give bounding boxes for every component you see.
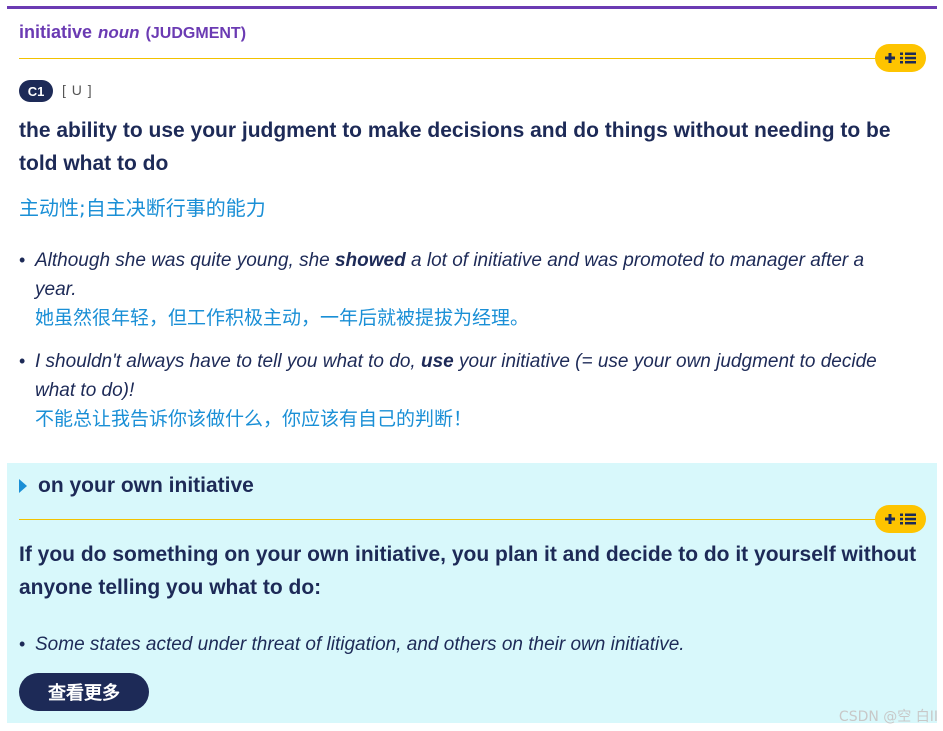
top-divider — [7, 6, 937, 9]
part-of-speech: noun — [98, 23, 140, 42]
idiom-example: • Some states acted under threat of liti… — [19, 630, 899, 659]
definition-translation: 主动性;自主决断行事的能力 — [19, 196, 266, 220]
idiom-example-en: Some states acted under threat of litiga… — [35, 634, 685, 655]
idiom-heading[interactable]: on your own initiative — [19, 474, 254, 498]
add-to-word-list-button[interactable] — [875, 505, 926, 533]
headword: initiative — [19, 22, 93, 42]
idiom-definition: If you do something on your own initiati… — [19, 543, 917, 599]
example-zh: 不能总让我告诉你该做什么，你应该有自己的判断！ — [35, 408, 473, 430]
example-zh: 她虽然很年轻，但工作积极主动，一年后就被提拔为经理。 — [35, 307, 530, 329]
example-en: I shouldn't always have to tell you what… — [35, 351, 877, 401]
example-en: Although she was quite young, she showed… — [35, 250, 865, 300]
grammar-code: [ U ] — [62, 82, 93, 98]
definition: the ability to use your judgment to make… — [19, 119, 891, 175]
example-sentence: • I shouldn't always have to tell you wh… — [19, 347, 899, 434]
plus-list-icon — [884, 52, 916, 64]
add-to-word-list-button[interactable] — [875, 44, 926, 72]
entry-header: initiative noun (JUDGMENT) — [19, 22, 246, 43]
bullet: • — [19, 634, 26, 654]
example-sentence: • Although she was quite young, she show… — [19, 246, 899, 333]
sense-divider — [19, 58, 899, 59]
cefr-level-badge: C1 — [19, 80, 53, 102]
watermark: CSDN @空 白II — [838, 709, 938, 725]
guideword: (JUDGMENT) — [145, 25, 247, 42]
triangle-right-icon — [19, 479, 27, 493]
bullet: • — [19, 351, 26, 371]
idiom-phrase: on your own initiative — [38, 474, 254, 497]
bullet: • — [19, 250, 26, 270]
see-more-button[interactable]: 查看更多 — [19, 673, 149, 711]
idiom-divider — [19, 519, 899, 520]
plus-list-icon — [884, 513, 916, 525]
